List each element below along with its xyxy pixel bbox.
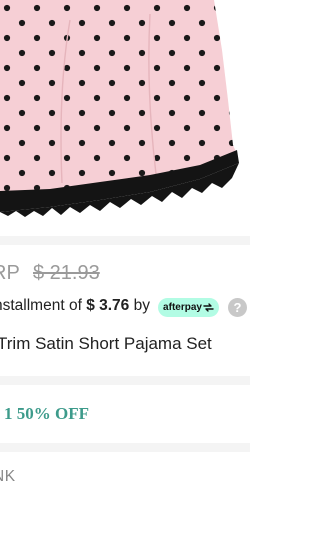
msrp-label: RP <box>0 262 20 284</box>
msrp-price: $ 21.93 <box>33 262 100 284</box>
afterpay-label: afterpay <box>163 302 202 313</box>
installment-text: nstallment of $ 3.76 by <box>0 297 150 315</box>
section-divider <box>0 376 250 385</box>
color-label: NK <box>0 468 16 485</box>
section-divider <box>0 443 250 452</box>
installment-prefix: nstallment of <box>0 297 82 314</box>
question-mark-icon[interactable]: ? <box>228 298 247 317</box>
promo-text: 1 50% OFF <box>4 404 89 423</box>
price-row: RP $ 21.93 <box>0 256 250 290</box>
product-title: Trim Satin Short Pajama Set <box>0 334 212 353</box>
section-divider <box>0 236 250 245</box>
product-image[interactable] <box>0 0 250 233</box>
installment-amount: $ 3.76 <box>86 297 130 314</box>
installment-by: by <box>133 297 150 314</box>
help-glyph: ? <box>233 300 242 315</box>
promo-banner[interactable]: 1 50% OFF <box>0 385 250 443</box>
afterpay-badge[interactable]: afterpay <box>158 298 219 317</box>
afterpay-arrows-icon <box>203 303 214 312</box>
